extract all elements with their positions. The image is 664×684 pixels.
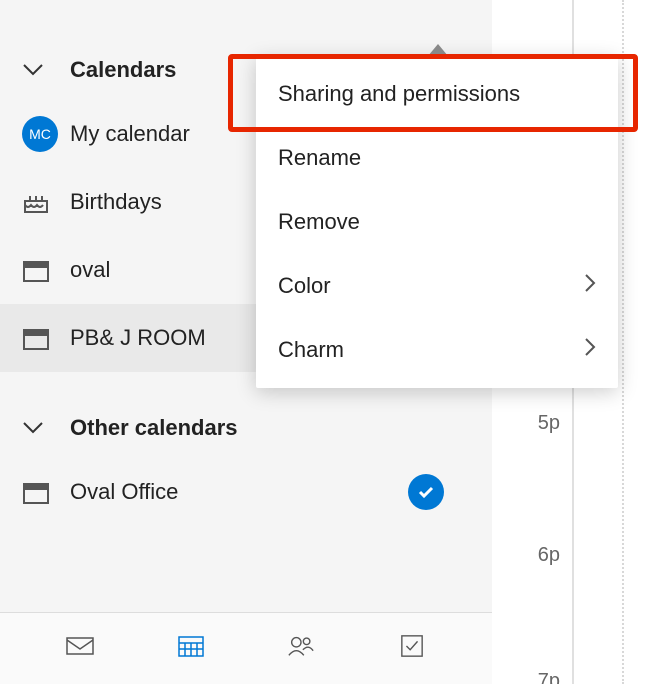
menu-label: Remove — [278, 209, 360, 235]
bottom-nav — [0, 612, 492, 684]
menu-label: Sharing and permissions — [278, 81, 520, 107]
chevron-down-icon — [22, 421, 70, 435]
nav-calendar[interactable] — [161, 629, 221, 669]
menu-item-sharing-permissions[interactable]: Sharing and permissions — [256, 62, 618, 126]
time-label-6p: 6p — [538, 544, 560, 567]
app-root: 5p 6p 7p Calendars MC My calendar — [0, 0, 664, 684]
section-label: Other calendars — [70, 415, 238, 441]
calendar-item-oval-office[interactable]: Oval Office — [0, 458, 492, 526]
menu-label: Charm — [278, 337, 344, 363]
mail-icon — [66, 634, 94, 663]
nav-todo[interactable] — [382, 629, 442, 669]
calendar-icon — [177, 634, 205, 663]
checkmark-icon — [408, 474, 444, 510]
chevron-right-icon — [584, 273, 596, 299]
people-icon — [287, 634, 315, 663]
calendar-label: oval — [70, 257, 110, 283]
nav-mail[interactable] — [50, 629, 110, 669]
section-header-other-calendars[interactable]: Other calendars — [0, 398, 492, 458]
section-label: Calendars — [70, 57, 176, 83]
menu-item-remove[interactable]: Remove — [256, 190, 618, 254]
calendar-icon — [22, 257, 70, 283]
nav-people[interactable] — [271, 629, 331, 669]
calendar-label: Birthdays — [70, 189, 162, 215]
calendar-label: My calendar — [70, 121, 190, 147]
todo-icon — [398, 634, 426, 663]
cake-icon — [22, 189, 70, 215]
menu-item-color[interactable]: Color — [256, 254, 618, 318]
grid-divider — [622, 0, 624, 684]
avatar: MC — [22, 116, 70, 152]
calendar-icon — [22, 325, 70, 351]
chevron-down-icon — [22, 63, 70, 77]
menu-pointer — [428, 44, 448, 56]
calendar-label: Oval Office — [70, 479, 178, 505]
menu-label: Rename — [278, 145, 361, 171]
context-menu: Sharing and permissions Rename Remove Co… — [256, 56, 618, 388]
menu-item-rename[interactable]: Rename — [256, 126, 618, 190]
chevron-right-icon — [584, 337, 596, 363]
menu-label: Color — [278, 273, 331, 299]
menu-item-charm[interactable]: Charm — [256, 318, 618, 382]
calendar-icon — [22, 479, 70, 505]
time-label-5p: 5p — [538, 412, 560, 435]
time-label-7p: 7p — [538, 670, 560, 684]
calendar-label: PB& J ROOM — [70, 325, 206, 351]
